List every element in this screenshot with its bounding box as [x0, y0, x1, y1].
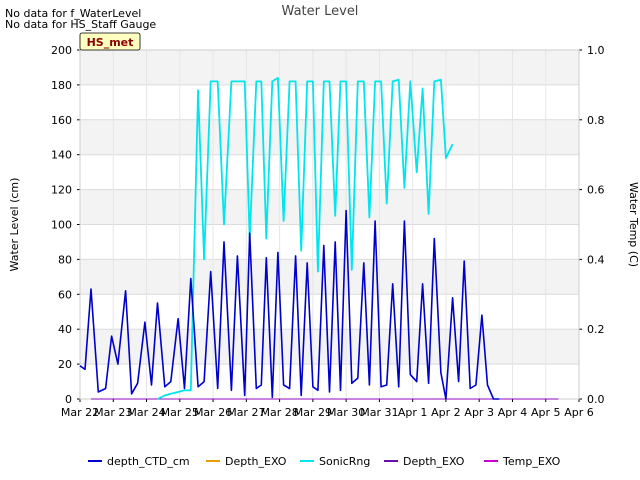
y-tick-label: 0: [65, 393, 72, 406]
y-tick-label: 60: [58, 288, 72, 301]
grid-band: [80, 259, 579, 295]
grid-band: [80, 119, 579, 155]
grid-band: [80, 189, 579, 225]
x-tick-label: Apr 6: [564, 406, 594, 419]
y-tick-label: 40: [58, 323, 72, 336]
grid-band: [80, 50, 579, 85]
legend-label-3: Depth_EXO: [403, 455, 465, 468]
legend-label-2: SonicRng: [319, 455, 370, 468]
y-tick-label: 120: [51, 184, 72, 197]
y-tick-label: 20: [58, 358, 72, 371]
x-tick-label: Mar 31: [360, 406, 398, 419]
x-tick-label: Apr 1: [398, 406, 428, 419]
legend-label-4: Temp_EXO: [502, 455, 561, 468]
y-tick-label: 80: [58, 253, 72, 266]
y2-tick-label: 0.4: [587, 253, 605, 266]
y-tick-label: 180: [51, 79, 72, 92]
x-tick-label: Apr 3: [464, 406, 494, 419]
y-tick-label: 100: [51, 219, 72, 232]
y-tick-label: 160: [51, 114, 72, 127]
y2-tick-label: 1.0: [587, 44, 605, 57]
x-tick-label: Apr 4: [498, 406, 528, 419]
y2-tick-label: 0.2: [587, 323, 605, 336]
x-tick-label: Apr 5: [531, 406, 561, 419]
y2-axis-label: Water Temp (C): [627, 182, 640, 267]
y2-tick-label: 0.0: [587, 393, 605, 406]
hs-met-badge-label: HS_met: [87, 36, 134, 49]
chart-title: Water Level: [282, 4, 359, 19]
legend-label-0: depth_CTD_cm: [107, 455, 190, 468]
y2-tick-label: 0.6: [587, 184, 605, 197]
y2-tick-label: 0.8: [587, 114, 605, 127]
water-level-chart: 0 20 40 60 80 100 120 140 160 180 200 0.0 0.2 0.4 0.6 0…: [8, 4, 640, 468]
y-tick-label: 140: [51, 149, 72, 162]
x-tick-label: Apr 2: [431, 406, 461, 419]
y-tick-label: 200: [51, 44, 72, 57]
y-axis-label: Water Level (cm): [8, 178, 21, 272]
legend-label-1: Depth_EXO: [225, 455, 287, 468]
